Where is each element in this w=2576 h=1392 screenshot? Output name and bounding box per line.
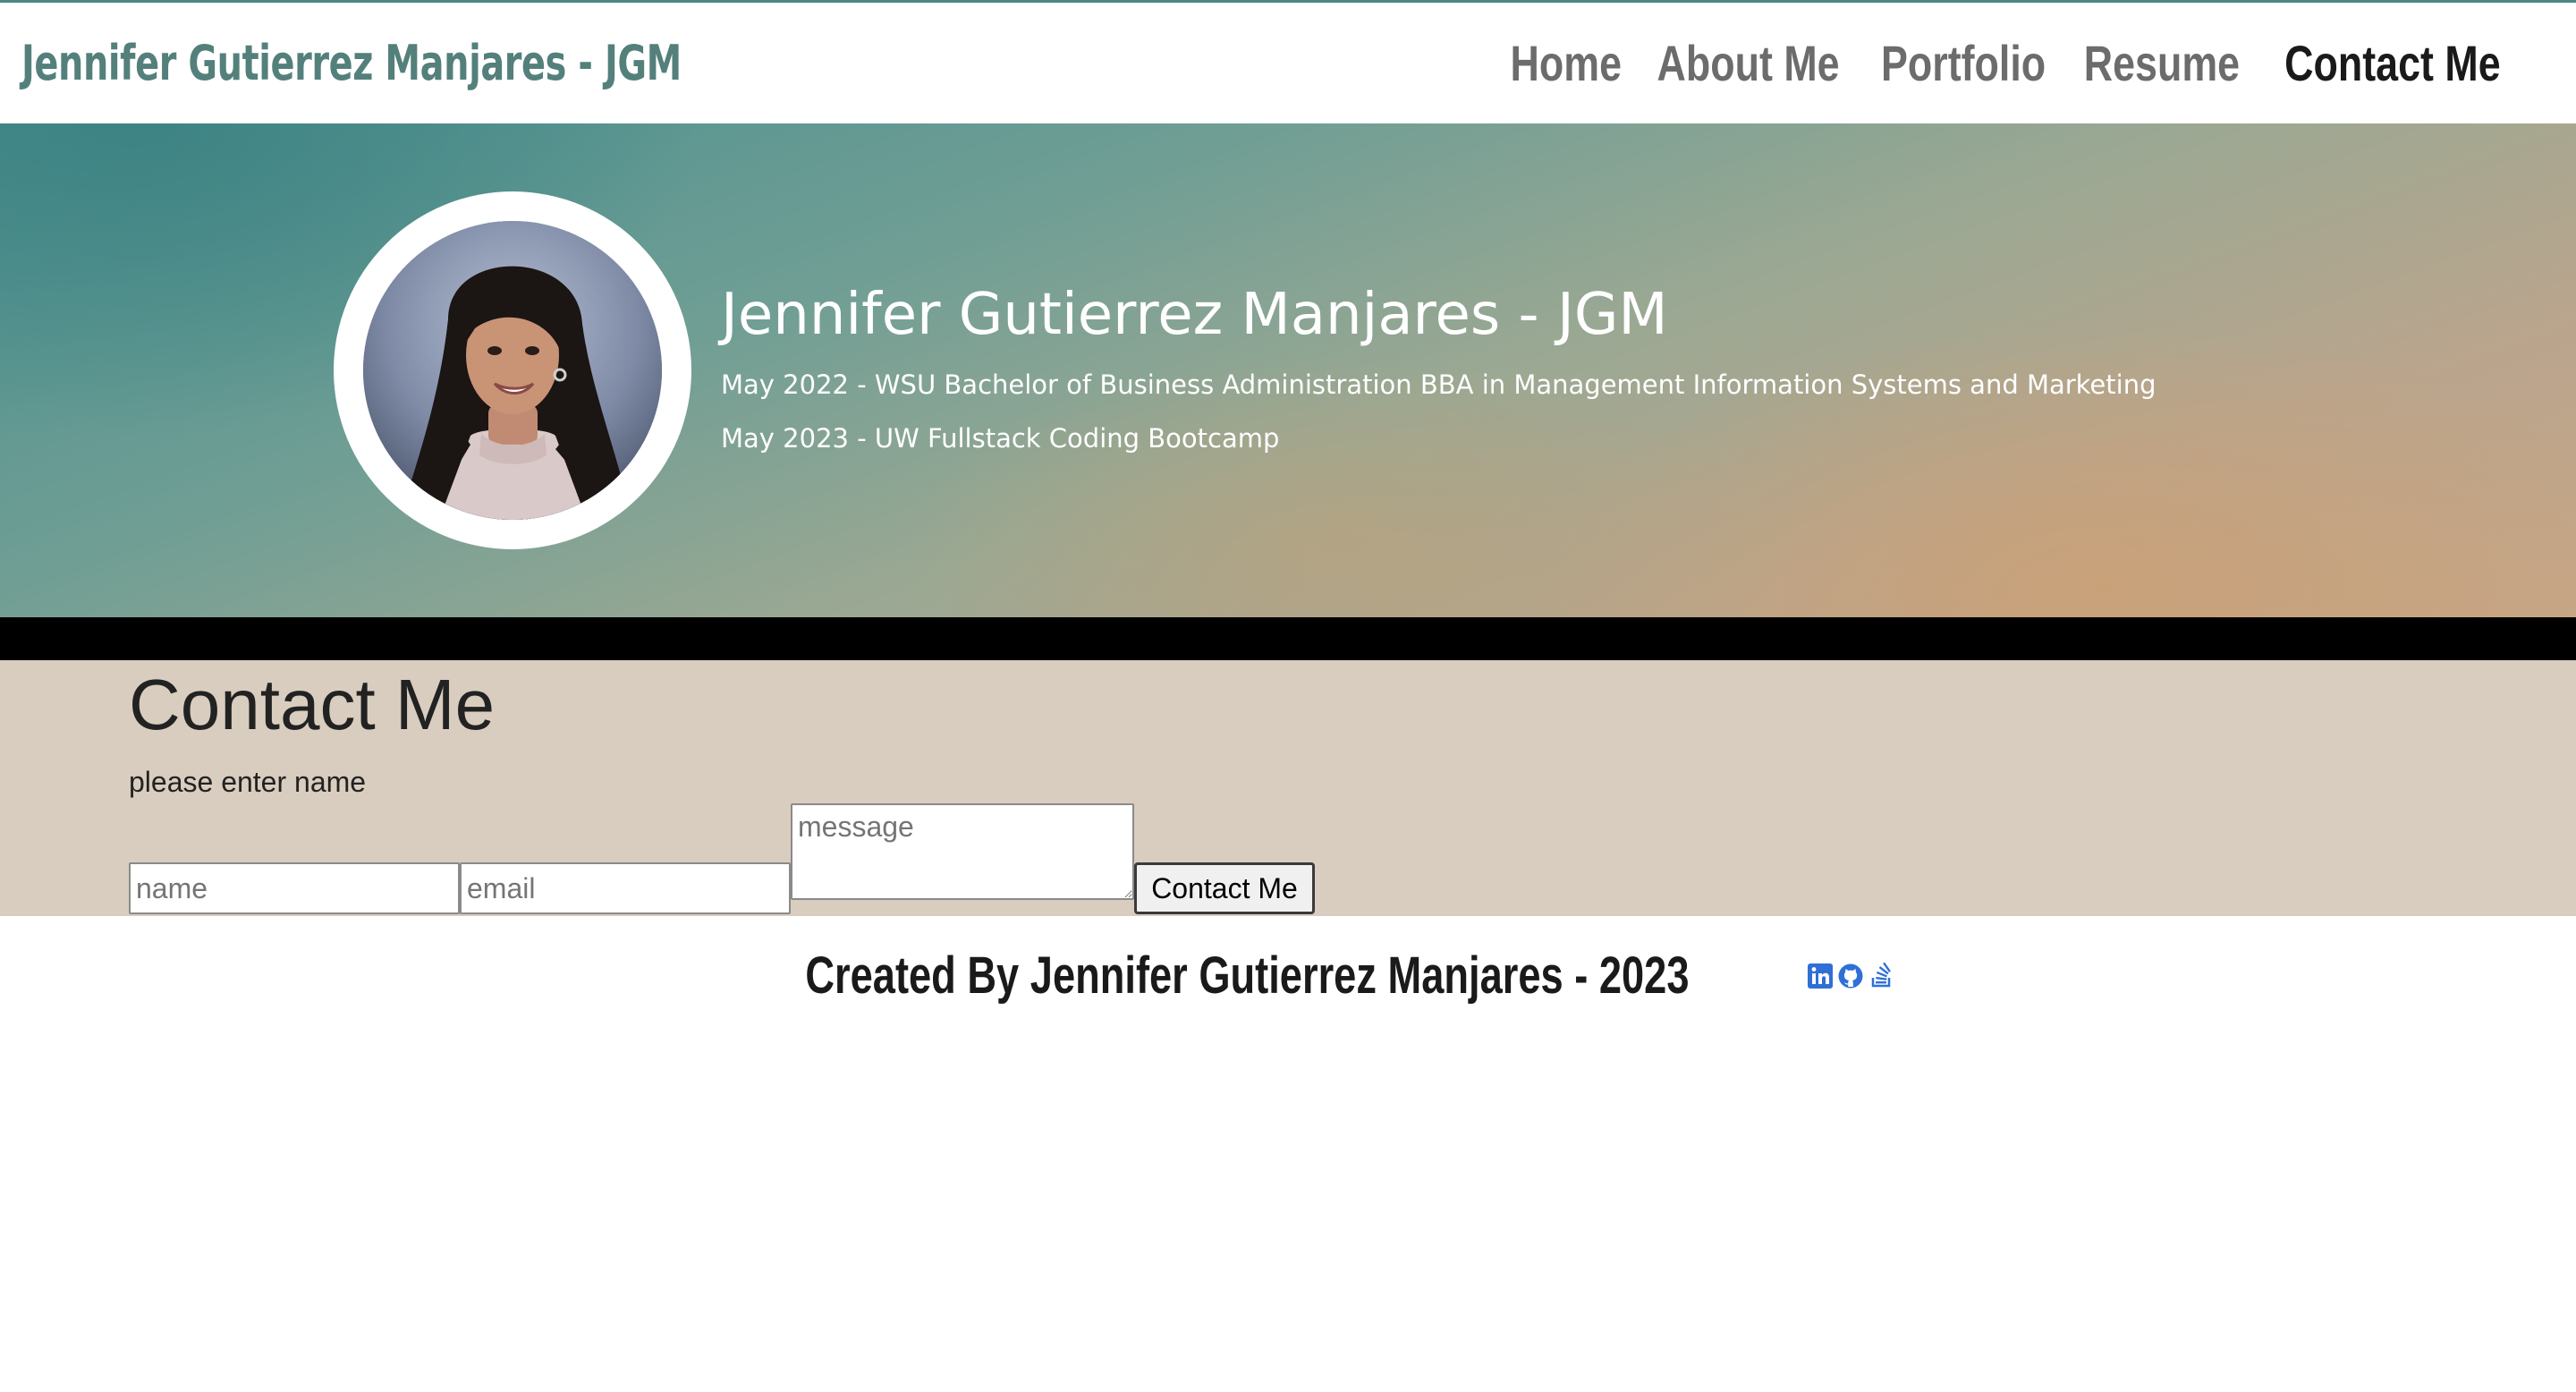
nav-link-home[interactable]: Home — [1511, 35, 1622, 92]
social-links — [1806, 962, 1895, 990]
email-input[interactable] — [460, 862, 791, 914]
education-line-wsu: May 2022 - WSU Bachelor of Business Admi… — [721, 369, 2157, 400]
profile-portrait-illustration — [363, 221, 662, 520]
nav-link-contact-me[interactable]: Contact Me — [2284, 35, 2500, 92]
nav-link-about-me[interactable]: About Me — [1657, 35, 1840, 92]
footer: Created By Jennifer Gutierrez Manjares -… — [0, 916, 2576, 1041]
hero-banner: Jennifer Gutierrez Manjares - JGM May 20… — [0, 123, 2576, 617]
hero-title: Jennifer Gutierrez Manjares - JGM — [721, 282, 1668, 348]
site-brand[interactable]: Jennifer Gutierrez Manjares - JGM — [21, 35, 682, 92]
profile-photo-frame — [334, 191, 691, 549]
validation-hint: please enter name — [129, 766, 367, 798]
navbar: Jennifer Gutierrez Manjares - JGM Home A… — [0, 3, 2576, 123]
footer-credit: Created By Jennifer Gutierrez Manjares -… — [804, 946, 1690, 1005]
github-icon[interactable] — [1836, 962, 1865, 990]
contact-section: Contact Me please enter name Contact Me — [0, 660, 2576, 916]
name-input[interactable] — [129, 862, 460, 914]
nav-link-resume[interactable]: Resume — [2084, 35, 2240, 92]
message-textarea[interactable] — [791, 803, 1134, 900]
footer-content: Created By Jennifer Gutierrez Manjares -… — [0, 946, 2576, 1006]
profile-photo — [363, 221, 662, 520]
linkedin-icon[interactable] — [1806, 962, 1835, 990]
contact-submit-button[interactable]: Contact Me — [1134, 862, 1315, 914]
education-line-uw: May 2023 - UW Fullstack Coding Bootcamp — [721, 423, 1280, 454]
nav-link-portfolio[interactable]: Portfolio — [1881, 35, 2046, 92]
stackoverflow-icon[interactable] — [1867, 962, 1895, 990]
main-nav: Home About Me Portfolio Resume Contact M… — [1511, 35, 2512, 92]
contact-title: Contact Me — [129, 665, 496, 744]
section-divider-band — [0, 617, 2576, 660]
